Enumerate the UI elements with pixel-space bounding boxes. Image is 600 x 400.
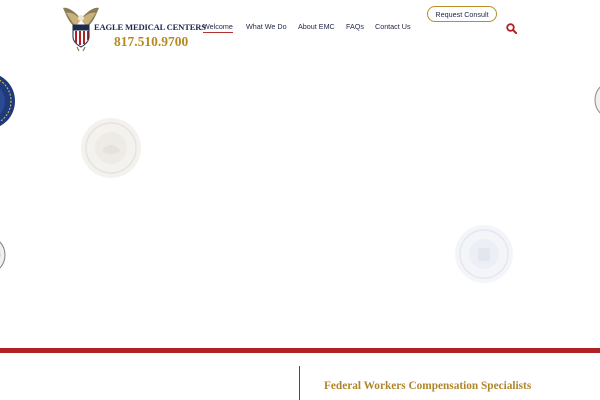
- nav-item-what-we-do[interactable]: What We Do: [246, 22, 287, 31]
- nav-item-about-emc[interactable]: About EMC: [298, 22, 335, 31]
- search-icon[interactable]: [506, 23, 517, 34]
- brand-phone[interactable]: 817.510.9700: [114, 34, 188, 50]
- accent-rule: [299, 366, 301, 400]
- faded-seal-icon: [455, 225, 513, 283]
- faded-seal-icon: [81, 118, 141, 178]
- section-heading: Federal Workers Compensation Specialists: [324, 380, 532, 392]
- nav-item-contact-us[interactable]: Contact Us: [375, 22, 411, 31]
- agency-seal-icon: [594, 86, 600, 114]
- agency-seal-icon: [0, 241, 6, 269]
- request-consult-button[interactable]: Request Consult: [427, 6, 497, 22]
- brand-name: EAGLE MEDICAL CENTERS: [94, 22, 206, 32]
- section-divider: [0, 348, 600, 353]
- nav-item-welcome[interactable]: Welcome: [203, 22, 233, 34]
- nav-item-faqs[interactable]: FAQs: [346, 22, 364, 31]
- site-logo[interactable]: EAGLE MEDICAL CENTERS 817.510.9700: [63, 5, 206, 51]
- agency-seal-icon: [0, 75, 15, 127]
